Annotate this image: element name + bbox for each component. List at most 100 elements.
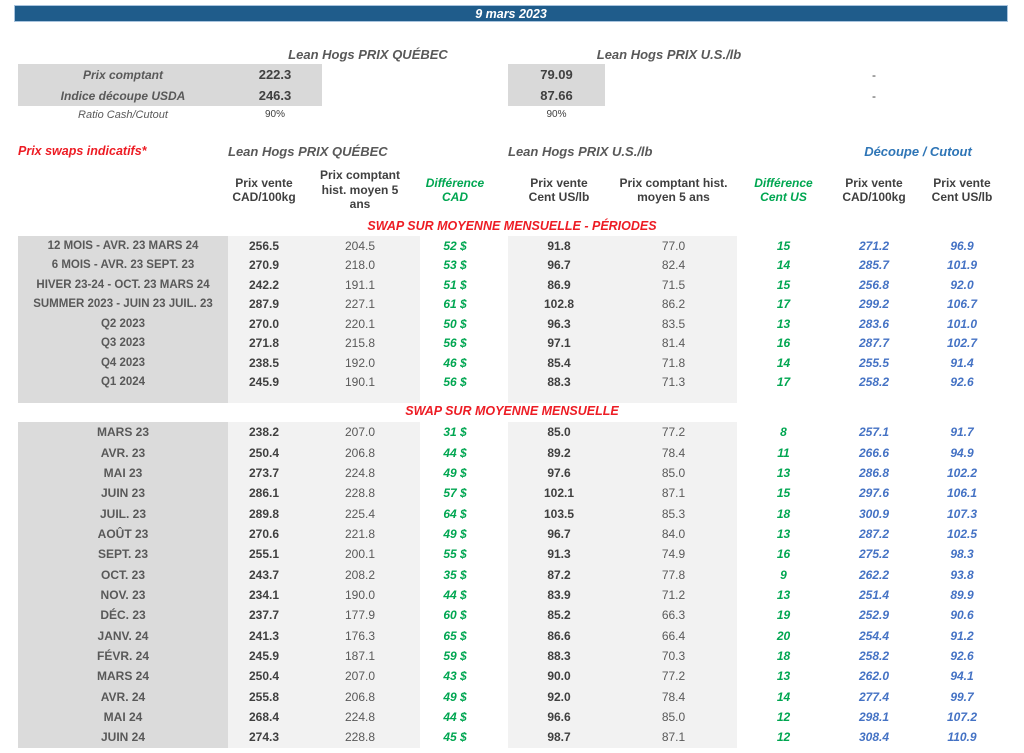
table-row: Q3 2023 271.8 215.8 56 $ 97.1 81.4 16 287.7 102.…	[0, 333, 1024, 353]
cutout-us-price: 96.9	[950, 238, 974, 253]
us-difference: 12	[776, 709, 791, 724]
table-row: Q4 2023 238.5 192.0 46 $ 85.4 71.8 14 255.5 91.4	[0, 353, 1024, 373]
cad-sale-price: 256.5	[228, 236, 300, 256]
us-hist-price: 78.4	[610, 686, 737, 707]
table-row: JUIN 23 286.1 228.8 57 $ 102.1 87.1 15 297.6 106…	[0, 483, 1024, 504]
us-sale-price: 85.0	[508, 422, 610, 443]
cad-difference: 64 $	[443, 506, 467, 521]
us-difference: 9	[780, 567, 787, 582]
cad-hist-price: 218.0	[300, 255, 420, 275]
us-difference: 13	[776, 587, 791, 602]
cutout-us-price: 99.7	[950, 689, 974, 704]
us-difference: 13	[776, 526, 791, 541]
cutout-us-price: 102.2	[946, 465, 978, 480]
cad-hist-price: 204.5	[300, 236, 420, 256]
cad-sale-price: 255.1	[228, 544, 300, 565]
cutout-cad-price: 254.4	[858, 628, 890, 643]
cad-hist-price: 207.0	[300, 422, 420, 443]
cutout-us-price: 92.0	[950, 277, 974, 292]
us-hist-price: 77.2	[610, 422, 737, 443]
cad-sale-price: 237.7	[228, 605, 300, 626]
us-hist-price: 77.2	[610, 666, 737, 687]
cutout-us-price: 94.1	[950, 669, 974, 684]
cad-hist-price: 224.8	[300, 462, 420, 484]
cad-hist-price: 176.3	[300, 625, 420, 646]
spot-cash-cutout-value: -	[872, 67, 876, 82]
cutout-us-price: 102.5	[946, 526, 978, 541]
cad-hist-price: 228.8	[300, 727, 420, 748]
cutout-cad-price: 275.2	[858, 547, 890, 562]
us-sale-price: 91.8	[508, 236, 610, 256]
cad-difference: 65 $	[443, 628, 467, 643]
cutout-cad-price: 266.6	[858, 445, 890, 460]
us-sale-price: 88.3	[508, 645, 610, 667]
cad-difference: 53 $	[443, 258, 467, 273]
cutout-us-price: 106.7	[946, 297, 978, 312]
row-label: Q4 2023	[18, 353, 228, 373]
col-header-cad-hist: Prix comptant hist. moyen 5 ans	[319, 168, 400, 212]
table-row: JUIL. 23 289.8 225.4 64 $ 103.5 85.3 18 300.9 10…	[0, 503, 1024, 524]
us-sale-price: 98.7	[508, 727, 610, 748]
us-hist-price: 82.4	[610, 255, 737, 275]
cad-difference: 44 $	[443, 587, 467, 602]
swap-periods-table: 12 MOIS - AVR. 23 MARS 24 256.5 204.5 52 $ 9…	[0, 236, 1024, 403]
spot-ratio-us-value: 90%	[546, 109, 567, 120]
us-hist-price: 85.0	[610, 462, 737, 484]
cad-sale-price: 273.7	[228, 462, 300, 484]
us-hist-price: 87.1	[610, 727, 737, 748]
cad-sale-price: 250.4	[228, 442, 300, 463]
cutout-cad-price: 258.2	[858, 375, 890, 390]
cutout-cad-price: 255.5	[858, 355, 890, 370]
cad-difference: 56 $	[443, 375, 467, 390]
us-sale-price: 88.3	[508, 372, 610, 392]
table-row: SEPT. 23 255.1 200.1 55 $ 91.3 74.9 16 275.2 98.…	[0, 544, 1024, 565]
row-label: 6 MOIS - AVR. 23 SEPT. 23	[18, 255, 228, 275]
us-difference: 12	[776, 730, 791, 745]
us-hist-price: 71.5	[610, 275, 737, 295]
us-hist-price: 71.2	[610, 584, 737, 606]
cad-hist-price: 208.2	[300, 564, 420, 585]
cad-difference: 52 $	[443, 238, 467, 253]
cutout-us-price: 94.9	[950, 445, 974, 460]
swaps-indicative-title: Prix swaps indicatifs*	[18, 144, 147, 158]
cutout-us-price: 101.9	[946, 258, 978, 273]
us-sale-price: 85.2	[508, 605, 610, 626]
table-row: MARS 24 250.4 207.0 43 $ 90.0 77.2 13 262.0 94.1	[0, 666, 1024, 687]
row-label: JUIL. 23	[18, 503, 228, 524]
row-label: Q1 2024	[18, 372, 228, 392]
us-hist-price: 74.9	[610, 544, 737, 565]
section-title-monthly: SWAP SUR MOYENNE MENSUELLE	[405, 404, 619, 418]
cutout-us-price: 93.8	[950, 567, 974, 582]
spot-us-title: Lean Hogs PRIX U.S./lb	[596, 46, 742, 62]
us-difference: 8	[780, 425, 787, 440]
spot-ratio-label: Ratio Cash/Cutout	[78, 108, 168, 121]
row-label: AVR. 23	[18, 442, 228, 463]
us-hist-price: 71.3	[610, 372, 737, 392]
cad-hist-price: 190.0	[300, 584, 420, 606]
spot-price-section: Lean Hogs PRIX QUÉBEC Lean Hogs PRIX U.S…	[0, 44, 1024, 123]
us-difference: 14	[776, 689, 791, 704]
cutout-us-price: 106.1	[946, 486, 978, 501]
cad-hist-price: 224.8	[300, 706, 420, 728]
table-row: DÉC. 23 237.7 177.9 60 $ 85.2 66.3 19 252.9 90.6	[0, 605, 1024, 626]
cad-sale-price: 245.9	[228, 372, 300, 392]
us-hist-price: 78.4	[610, 442, 737, 463]
us-difference: 11	[777, 445, 790, 460]
cutout-cad-price: 256.8	[858, 277, 890, 292]
cutout-cad-price: 287.7	[858, 336, 890, 351]
us-sale-price: 90.0	[508, 666, 610, 687]
cad-hist-price: 227.1	[300, 294, 420, 314]
swap-table-header: Prix swaps indicatifs* Lean Hogs PRIX QU…	[0, 140, 1024, 218]
row-label: MARS 24	[18, 666, 228, 687]
cad-difference: 43 $	[443, 669, 467, 684]
spot-cutout-index-us-value: 87.66	[508, 85, 605, 106]
cad-difference: 31 $	[443, 425, 467, 440]
spot-cash-quebec-value: 222.3	[228, 64, 322, 85]
swap-us-title: Lean Hogs PRIX U.S./lb	[508, 143, 653, 159]
us-difference: 20	[776, 628, 791, 643]
row-label: SEPT. 23	[18, 544, 228, 565]
spot-cutout-index-quebec-value: 246.3	[228, 85, 322, 106]
table-row: HIVER 23-24 - OCT. 23 MARS 24 242.2 191.1 5…	[0, 275, 1024, 295]
us-difference: 17	[776, 375, 791, 390]
col-header-cutout-cad: Prix vente CAD/100kg	[842, 175, 906, 204]
